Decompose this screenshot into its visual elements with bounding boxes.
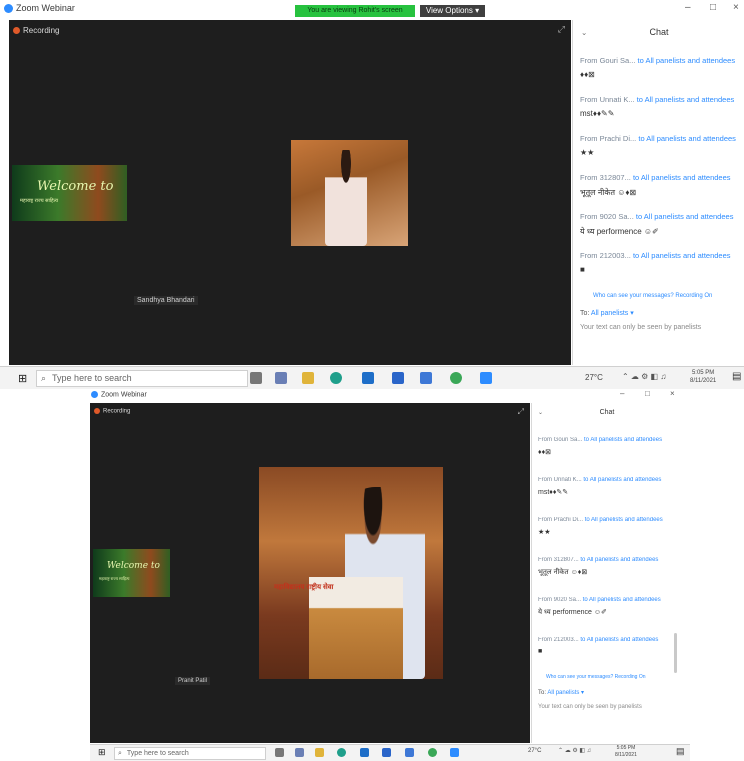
maximize-icon[interactable]: □ <box>645 389 650 398</box>
expand-icon[interactable]: ⤢ <box>518 407 524 417</box>
weather-text[interactable]: 27°C <box>585 373 603 382</box>
chat-message: From 9020 Sa... to All panelists and att… <box>538 597 661 616</box>
task-view-icon[interactable] <box>275 748 284 757</box>
welcome-subtitle: महाराष्ट्र राज्य साहित्य <box>99 576 130 581</box>
participant-name-tag: Sandhya Bhandari <box>134 296 198 305</box>
welcome-banner-2: Welcome to महाराष्ट्र राज्य साहित्य <box>93 549 170 597</box>
recording-indicator-2: Recording <box>94 408 130 415</box>
taskbar-search[interactable]: ⌕ Type here to search <box>114 747 266 760</box>
recording-dot-icon <box>94 408 100 414</box>
photos-icon[interactable] <box>382 748 391 757</box>
chat-panel: ⌄ Chat From Gouri Sa... to All panelists… <box>572 20 744 365</box>
mail-icon[interactable] <box>362 372 374 384</box>
chat-message: From 312807... to All panelists and atte… <box>580 173 731 197</box>
tray-icons[interactable]: ⌃ ☁ ⚙ ◧ ♫ <box>558 747 591 754</box>
chat-hint[interactable]: Who can see your messages? Recording On <box>593 293 712 299</box>
recording-indicator: Recording <box>13 26 59 35</box>
chat-recipient: To: All panelists ▾ <box>538 690 585 696</box>
clock[interactable]: 5:05 PM 8/11/2021 <box>690 369 716 385</box>
welcome-subtitle: महाराष्ट्र राज्य साहित्य <box>20 198 59 204</box>
expand-icon[interactable]: ⤢ <box>558 24 565 35</box>
share-banner: You are viewing Rohit's screen <box>295 5 415 17</box>
store-icon[interactable] <box>420 372 432 384</box>
chat-message: From 9020 Sa... to All panelists and att… <box>580 212 734 236</box>
file-explorer-icon[interactable] <box>302 372 314 384</box>
window-titlebar: Zoom Webinar You are viewing Rohit's scr… <box>0 0 744 18</box>
video-area-2: Recording ⤢ Welcome to महाराष्ट्र राज्य … <box>90 403 530 743</box>
app-title: Zoom Webinar <box>4 3 75 14</box>
welcome-text: Welcome to <box>37 179 114 194</box>
clock[interactable]: 5:05 PM 8/11/2021 <box>615 745 637 759</box>
minimize-icon[interactable]: – <box>685 2 691 13</box>
zoom-logo-icon <box>4 4 13 14</box>
edge-icon[interactable] <box>330 372 342 384</box>
video-area: Recording ⤢ Welcome to महाराष्ट्र राज्य … <box>9 20 571 365</box>
minimize-icon[interactable]: – <box>620 389 624 398</box>
taskbar-search[interactable]: ⌕ Type here to search <box>36 370 248 387</box>
store-icon[interactable] <box>405 748 414 757</box>
taskbar-2: ⊞ ⌕ Type here to search 27°C ⌃ ☁ ⚙ ◧ ♫ 5:… <box>90 744 690 761</box>
chrome-icon[interactable] <box>428 748 437 757</box>
chat-messages: From Gouri Sa... to All panelists and at… <box>580 56 742 290</box>
recipient-dropdown[interactable]: All panelists ▾ <box>547 690 584 696</box>
chrome-icon[interactable] <box>450 372 462 384</box>
search-icon: ⌕ <box>118 750 122 757</box>
chat-hint[interactable]: Who can see your messages? Recording On <box>546 674 646 680</box>
notification-icon[interactable]: ▤ <box>676 746 685 757</box>
zoom-logo-icon <box>91 391 98 398</box>
notification-icon[interactable]: ▤ <box>732 371 741 382</box>
file-explorer-icon[interactable] <box>315 748 324 757</box>
podium: महाविद्यालय राष्ट्रीय सेवा <box>274 577 403 679</box>
edge-icon[interactable] <box>337 748 346 757</box>
search-icon: ⌕ <box>41 373 47 383</box>
widgets-icon[interactable] <box>275 372 287 384</box>
welcome-banner: Welcome to महाराष्ट्र राज्य साहित्य <box>12 165 127 221</box>
task-view-icon[interactable] <box>250 372 262 384</box>
participant-video-bottom: महाविद्यालय राष्ट्रीय सेवा <box>259 467 443 679</box>
photos-icon[interactable] <box>392 372 404 384</box>
windows-start-icon[interactable]: ⊞ <box>98 747 106 758</box>
chat-message: From Unnati K... to All panelists and at… <box>580 95 735 118</box>
tray-icons[interactable]: ⌃ ☁ ⚙ ◧ ♫ <box>622 372 666 381</box>
chat-message: From Gouri Sa... to All panelists and at… <box>538 437 663 456</box>
welcome-text: Welcome to <box>107 561 160 571</box>
participant-video-top <box>291 140 408 246</box>
mail-icon[interactable] <box>360 748 369 757</box>
close-icon[interactable]: × <box>733 2 739 13</box>
close-icon[interactable]: × <box>670 389 675 398</box>
participant-figure <box>325 150 367 246</box>
chat-title: Chat <box>649 27 669 37</box>
app-title-2: Zoom Webinar <box>91 391 147 398</box>
zoom-taskbar-icon[interactable] <box>480 372 492 384</box>
chat-message: From 212003... to All panelists and atte… <box>580 251 731 274</box>
podium-banner-text: महाविद्यालय राष्ट्रीय सेवा <box>274 584 334 591</box>
participant-name-tag-2: Pranit Patil <box>175 677 211 685</box>
chat-scrollbar[interactable] <box>674 633 677 673</box>
chat-input[interactable]: Your text can only be seen by panelists <box>538 704 642 710</box>
taskbar: ⊞ ⌕ Type here to search 27°C ⌃ ☁ ⚙ ◧ ♫ 5:… <box>0 366 744 389</box>
weather-text[interactable]: 27°C <box>528 748 541 754</box>
window-titlebar-2: Zoom Webinar – □ × <box>90 389 690 402</box>
view-options-button[interactable]: View Options ▾ <box>420 5 485 17</box>
chat-input[interactable]: Your text can only be seen by panelists <box>580 324 701 331</box>
chat-message: From Unnati K... to All panelists and at… <box>538 477 662 496</box>
chat-message: From 212003... to All panelists and atte… <box>538 637 659 655</box>
chat-message: From Prachi Di... to All panelists and a… <box>580 134 736 157</box>
chat-recipient: To: All panelists ▾ <box>580 310 634 317</box>
chat-panel-2: ⌄ Chat From Gouri Sa... to All panelists… <box>531 403 682 743</box>
chat-message: From Prachi Di... to All panelists and a… <box>538 517 663 536</box>
zoom-taskbar-icon[interactable] <box>450 748 459 757</box>
windows-start-icon[interactable]: ⊞ <box>18 372 27 385</box>
recording-dot-icon <box>13 27 20 35</box>
widgets-icon[interactable] <box>295 748 304 757</box>
chat-messages-2: From Gouri Sa... to All panelists and at… <box>538 437 678 677</box>
chat-title: Chat <box>599 409 615 416</box>
chat-message: From Gouri Sa... to All panelists and at… <box>580 56 736 79</box>
maximize-icon[interactable]: □ <box>710 2 716 13</box>
recipient-dropdown[interactable]: All panelists ▾ <box>591 310 634 317</box>
chat-message: From 312807... to All panelists and atte… <box>538 557 659 576</box>
